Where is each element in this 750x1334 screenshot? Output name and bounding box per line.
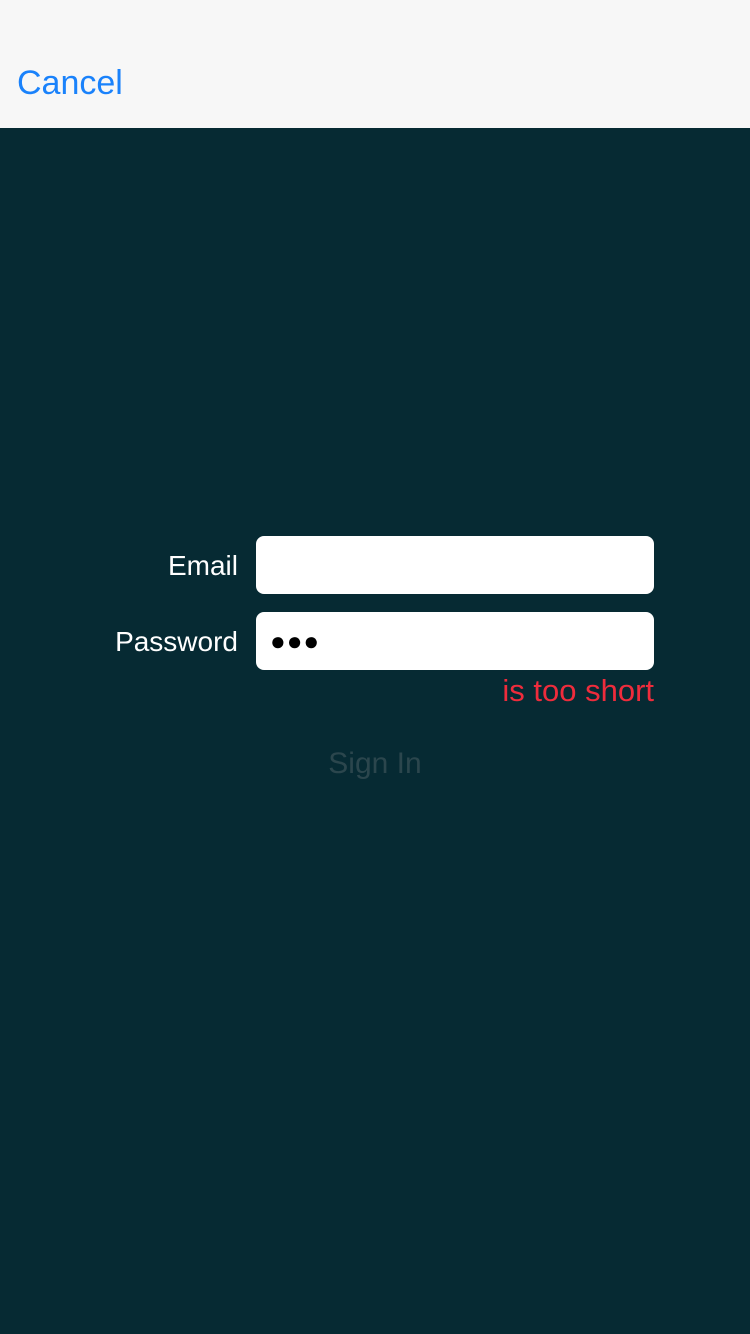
password-masked-value: ●●● (270, 626, 321, 656)
password-error-message: is too short (502, 673, 654, 708)
email-label: Email (167, 550, 238, 581)
email-field[interactable] (256, 536, 654, 594)
cancel-button[interactable]: Cancel (17, 62, 123, 104)
navigation-bar: Cancel (0, 0, 750, 128)
password-label: Password (115, 626, 238, 657)
sign-in-screen: Cancel Email Password ●●● is too short S… (0, 0, 750, 1334)
sign-in-button[interactable]: Sign In (0, 746, 750, 782)
password-field[interactable]: ●●● (256, 612, 654, 670)
